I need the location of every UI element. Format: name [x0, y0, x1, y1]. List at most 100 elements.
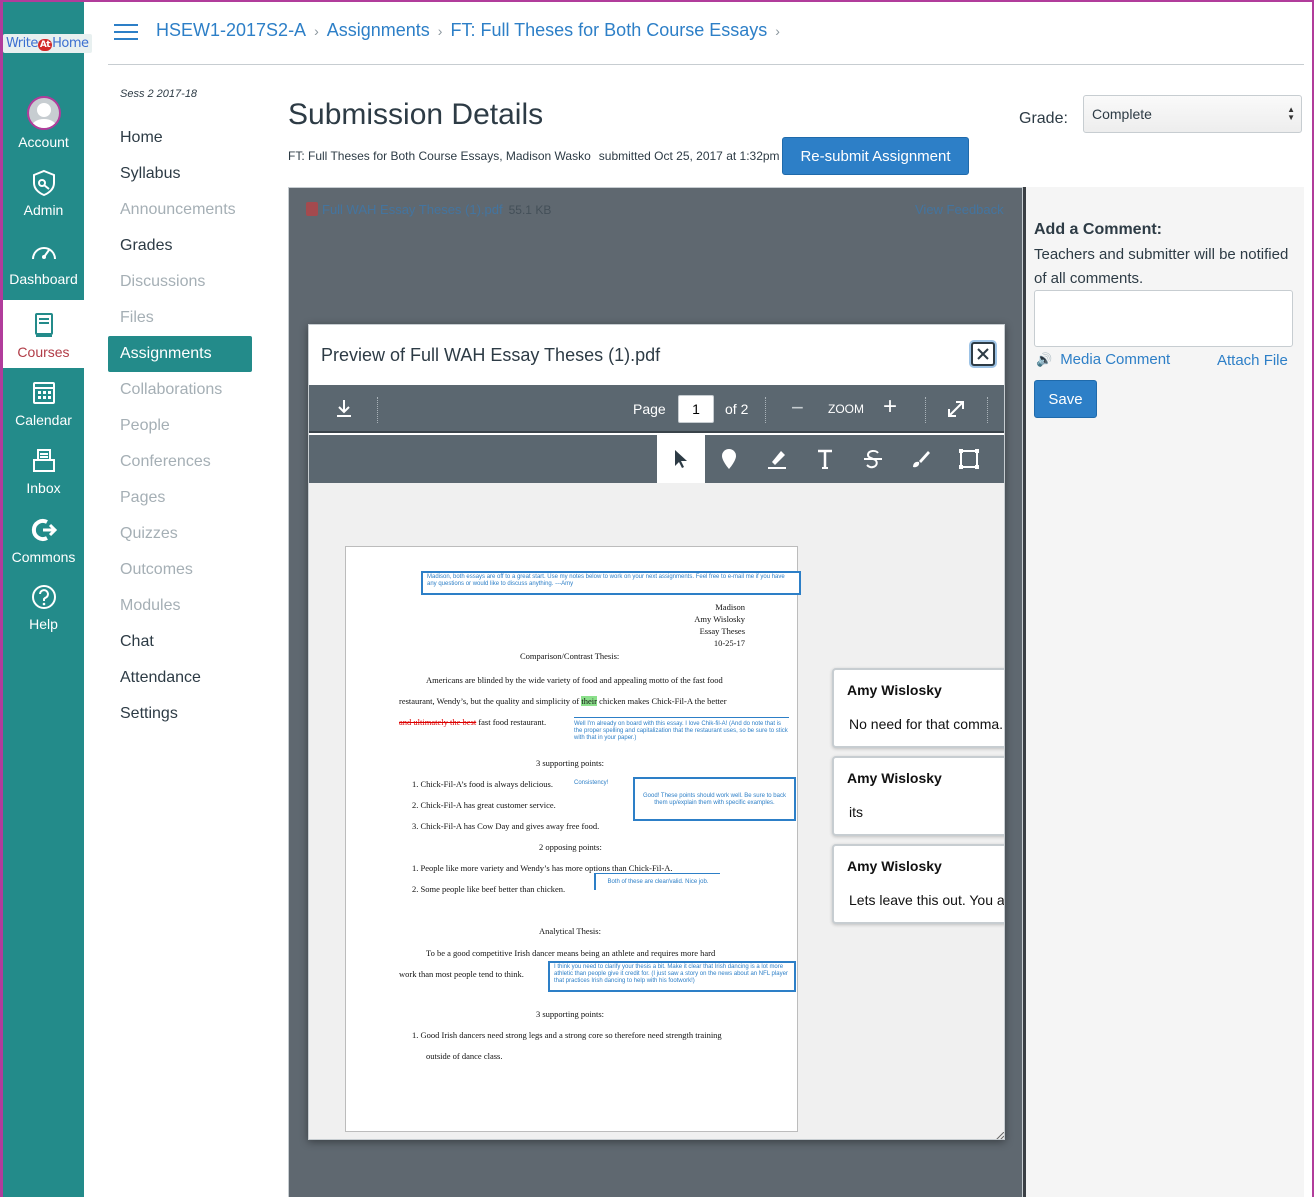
global-nav-label: Commons — [11, 549, 76, 565]
doc-an-point1: 1. Good Irish dancers need strong legs a… — [412, 1030, 722, 1040]
course-nav-syllabus[interactable]: Syllabus — [108, 156, 254, 192]
zoom-label: ZOOM — [828, 402, 864, 416]
highlighter-icon — [768, 451, 786, 469]
doc-an-line2: work than most people tend to think. — [399, 969, 524, 979]
course-nav-discussions[interactable]: Discussions — [108, 264, 254, 300]
comment-author: Amy Wislosky — [847, 858, 942, 874]
global-nav-help[interactable]: Help — [3, 572, 84, 640]
annotation-good-points[interactable]: Good! These points should work well. Be … — [633, 777, 796, 821]
comment-card[interactable]: Amy Wislosky No need for that comma. — [832, 668, 1004, 748]
file-name: Full WAH Essay Theses (1).pdf — [322, 202, 503, 217]
fullscreen-icon[interactable] — [945, 398, 967, 420]
course-nav-announcements[interactable]: Announcements — [108, 192, 254, 228]
close-button[interactable] — [971, 342, 995, 366]
annotation-chik-note[interactable]: Well I'm already on board with this essa… — [574, 717, 789, 742]
chevron-right-icon: › — [775, 23, 780, 39]
comment-note: Teachers and submitter will be notified … — [1034, 246, 1289, 287]
global-nav-calendar[interactable]: Calendar — [3, 368, 84, 436]
pdf-icon — [306, 202, 318, 216]
grade-label: Grade: — [1019, 110, 1068, 127]
view-feedback-link[interactable]: View Feedback — [915, 202, 1004, 217]
page-number-input[interactable] — [678, 395, 714, 423]
comment-card[interactable]: Amy Wislosky Lets leave this out. You a — [832, 844, 1005, 924]
comment-textarea[interactable] — [1034, 290, 1293, 347]
pin-tool[interactable] — [705, 435, 753, 483]
doc-an-line1: To be a good competitive Irish dancer me… — [426, 948, 716, 958]
doc-header-title: Essay Theses — [699, 626, 745, 636]
course-nav-conferences[interactable]: Conferences — [108, 444, 254, 480]
document-page[interactable]: Madison, both essays are off to a great … — [345, 546, 801, 1132]
submission-date: submitted Oct 25, 2017 at 1:32pm — [598, 149, 780, 163]
submission-file-link[interactable]: Full WAH Essay Theses (1).pdf 55.1 KB — [306, 202, 551, 217]
attach-file-link[interactable]: Attach File — [1217, 352, 1288, 369]
zoom-in-icon[interactable]: + — [883, 393, 897, 421]
strikeout-text[interactable]: and ultimately the best — [399, 717, 476, 727]
course-nav-settings[interactable]: Settings — [108, 696, 254, 732]
shield-icon — [29, 168, 59, 198]
comment-text: Lets leave this out. You a — [849, 892, 1005, 908]
chevron-right-icon: › — [314, 23, 319, 39]
doc-opposing-heading: 2 opposing points: — [539, 842, 602, 852]
comment-card[interactable]: Amy Wislosky its — [832, 756, 1004, 836]
global-nav-commons[interactable]: Commons — [3, 505, 84, 573]
course-nav-modules[interactable]: Modules — [108, 588, 254, 624]
toolbar-separator — [987, 397, 988, 423]
download-icon[interactable] — [333, 397, 355, 421]
strikeout-tool[interactable] — [849, 435, 897, 483]
course-nav-outcomes[interactable]: Outcomes — [108, 552, 254, 588]
text-tool[interactable] — [801, 435, 849, 483]
comment-author: Amy Wislosky — [847, 770, 942, 786]
breadcrumb-assignments[interactable]: Assignments — [327, 20, 430, 41]
save-comment-button[interactable]: Save — [1034, 380, 1097, 418]
annotation-irish-note[interactable]: I think you need to clarify your thesis … — [548, 961, 796, 992]
area-tool[interactable] — [945, 435, 993, 483]
area-icon — [959, 449, 979, 469]
select-arrows-icon: ▲ ▼ — [1287, 105, 1295, 122]
course-nav-assignments[interactable]: Assignments — [108, 336, 252, 372]
course-nav: Sess 2 2017-18 Home Syllabus Announcemen… — [108, 88, 254, 732]
global-nav-admin[interactable]: Admin — [3, 158, 84, 226]
breadcrumb-assignment[interactable]: FT: Full Theses for Both Course Essays — [450, 20, 767, 41]
resize-handle-icon[interactable] — [994, 1129, 1004, 1139]
zoom-out-icon[interactable]: − — [791, 395, 804, 421]
global-nav-label: Help — [29, 616, 58, 632]
annotation-toolbar — [309, 435, 1004, 483]
toolbar-separator — [377, 397, 378, 423]
course-nav-collaborations[interactable]: Collaborations — [108, 372, 254, 408]
global-nav-label: Inbox — [26, 480, 61, 496]
text-icon — [818, 449, 832, 469]
doc-an-heading: Analytical Thesis: — [539, 926, 601, 936]
course-nav-pages[interactable]: Pages — [108, 480, 254, 516]
global-nav-courses[interactable]: Courses — [3, 300, 84, 368]
resubmit-assignment-button[interactable]: Re-submit Assignment — [782, 137, 969, 175]
logo-text: Write At Home — [3, 34, 92, 53]
media-comment-link[interactable]: 🔊 Media Comment — [1036, 351, 1170, 368]
course-nav-people[interactable]: People — [108, 408, 254, 444]
annotation-top-note[interactable]: Madison, both essays are off to a great … — [421, 571, 801, 595]
course-nav-files[interactable]: Files — [108, 300, 254, 336]
preview-modal: Preview of Full WAH Essay Theses (1).pdf… — [308, 324, 1005, 1140]
course-nav-grades[interactable]: Grades — [108, 228, 254, 264]
course-nav-attendance[interactable]: Attendance — [108, 660, 254, 696]
document-viewer[interactable]: Madison, both essays are off to a great … — [309, 483, 1005, 1139]
global-nav-dashboard[interactable]: Dashboard — [3, 227, 84, 295]
calendar-icon — [29, 378, 59, 408]
course-nav-quizzes[interactable]: Quizzes — [108, 516, 254, 552]
global-nav-account[interactable]: Account — [3, 88, 84, 156]
hamburger-menu-icon[interactable] — [114, 24, 138, 42]
course-nav-home[interactable]: Home — [108, 120, 254, 156]
annotation-clear-valid[interactable]: Both of these are clear/valid. Nice job. — [594, 873, 720, 890]
inbox-icon — [29, 446, 59, 476]
highlighter-tool[interactable] — [753, 435, 801, 483]
logo[interactable]: Write At Home — [3, 22, 92, 72]
viewer-toolbar: Page of 2 − ZOOM + — [309, 385, 1004, 433]
annotation-consistency[interactable]: Consistency! — [574, 780, 608, 787]
pointer-tool[interactable] — [657, 435, 705, 483]
breadcrumb-course[interactable]: HSEW1-2017S2-A — [156, 20, 306, 41]
global-nav-inbox[interactable]: Inbox — [3, 436, 84, 504]
course-nav-chat[interactable]: Chat — [108, 624, 254, 660]
global-nav: Write At Home Account Admin Dashboard Cour… — [0, 2, 92, 1197]
grade-select[interactable]: Complete ▲ ▼ — [1083, 95, 1302, 133]
freedraw-tool[interactable] — [897, 435, 945, 483]
highlight-their[interactable]: their — [581, 696, 597, 706]
